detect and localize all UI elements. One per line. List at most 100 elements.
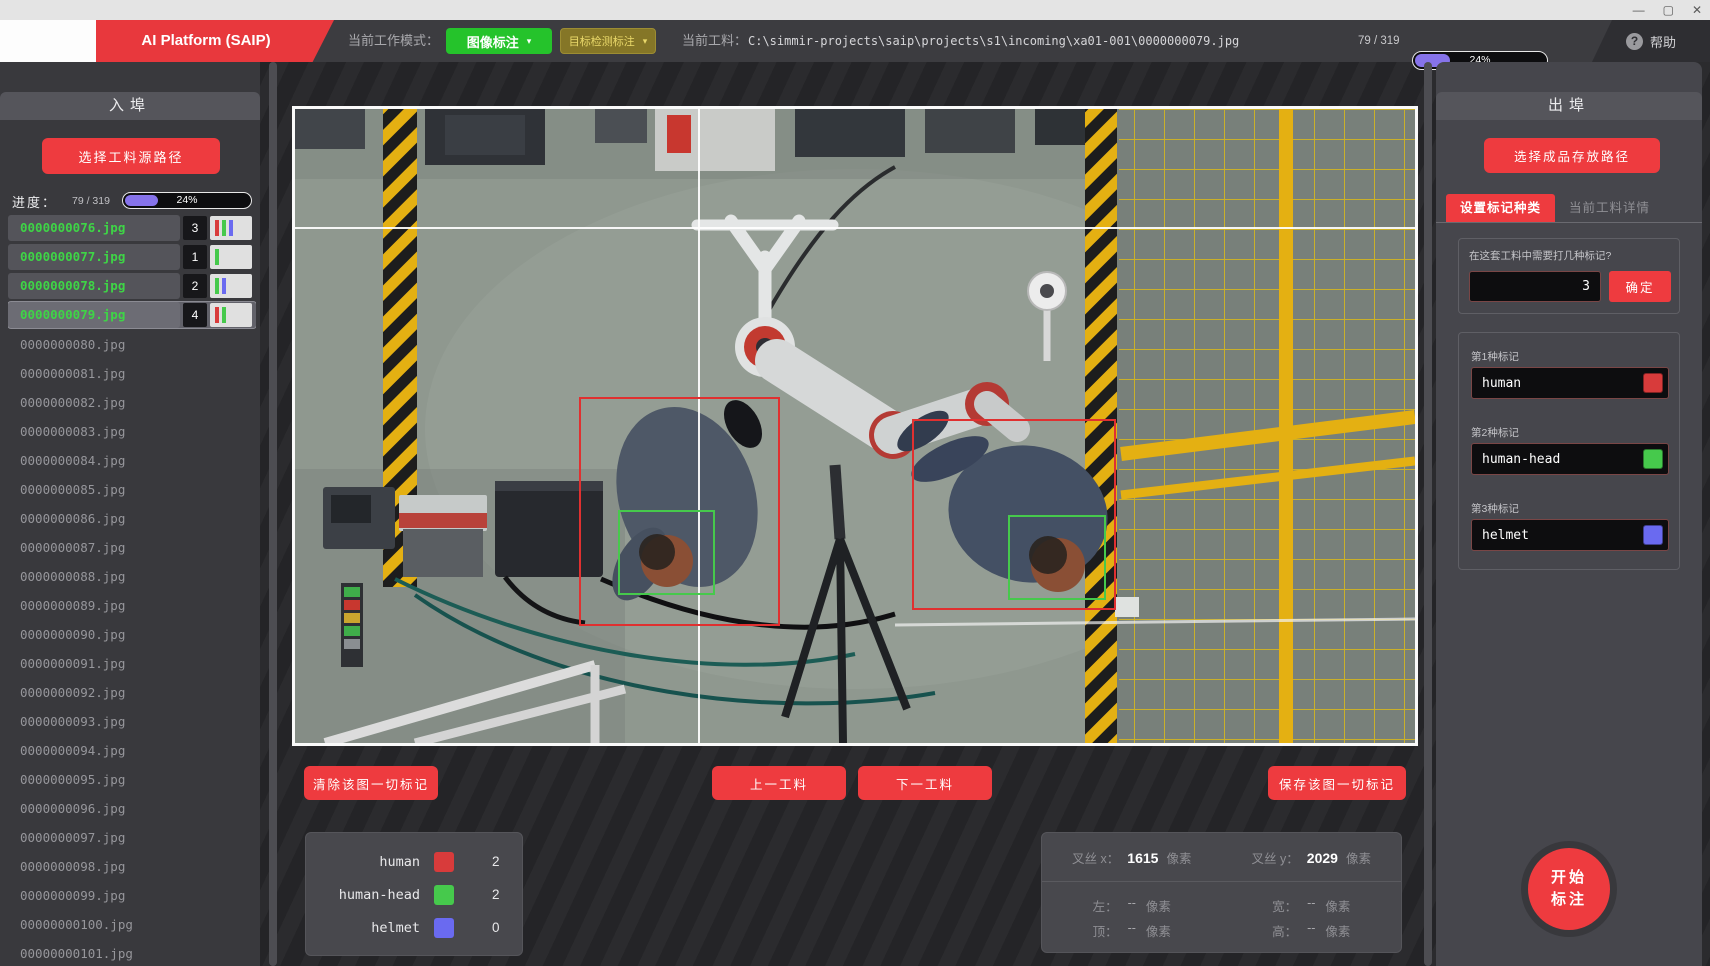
chevron-down-icon: ▾ (643, 36, 648, 47)
tab-current-workpiece-details[interactable]: 当前工料详情 (1555, 194, 1664, 222)
file-list-item[interactable]: 0000000099.jpg (8, 882, 256, 908)
tab-set-label-types[interactable]: 设置标记种类 (1446, 194, 1555, 222)
label-3-input[interactable] (1471, 519, 1669, 551)
file-name: 0000000091.jpg (8, 656, 125, 671)
file-list-item[interactable]: 0000000085.jpg (8, 476, 256, 502)
current-file-label: 当前工料： (682, 20, 747, 62)
crosshair-coords-panel: 叉丝 x： 1615 像素 叉丝 y： 2029 像素 左： -- 像素 宽： (1041, 832, 1402, 953)
file-list-item[interactable]: 0000000098.jpg (8, 853, 256, 879)
file-list-item[interactable]: 0000000091.jpg (8, 650, 256, 676)
file-list-item[interactable]: 0000000086.jpg (8, 505, 256, 531)
mode-select-image-annotation[interactable]: 图像标注 ▾ (446, 28, 552, 54)
file-name: 00000000101.jpg (8, 946, 133, 961)
file-name: 0000000096.jpg (8, 801, 125, 816)
input-port-sidebar: 入埠 选择工料源路径 进度： 79 / 319 24% 0000000076.j… (0, 62, 260, 966)
crosshair-horizontal-line (295, 227, 1415, 229)
file-name: 0000000087.jpg (8, 540, 125, 555)
file-list-item[interactable]: 0000000082.jpg (8, 389, 256, 415)
start-button-line2: 标注 (1551, 891, 1587, 908)
legend-label: human-head (339, 884, 420, 906)
file-list-item[interactable]: 0000000096.jpg (8, 795, 256, 821)
help-button[interactable]: ? 帮助 (1592, 20, 1710, 62)
file-annotation-count-badge: 4 (183, 303, 207, 327)
save-all-marks-button[interactable]: 保存该图一切标记 (1268, 766, 1406, 800)
file-list-item[interactable]: 0000000087.jpg (8, 534, 256, 560)
file-list-item[interactable]: 0000000076.jpg3 (8, 215, 256, 241)
file-name: 0000000077.jpg (8, 244, 180, 270)
file-list-item[interactable]: 0000000084.jpg (8, 447, 256, 473)
unit-label: 像素 (1325, 921, 1350, 940)
label-2-color-swatch[interactable] (1643, 449, 1663, 469)
sidebar-progress-bar: 24% (122, 192, 252, 209)
label-1-input[interactable] (1471, 367, 1669, 399)
file-list-item[interactable]: 0000000080.jpg (8, 331, 256, 357)
legend-color-swatch[interactable] (434, 852, 454, 872)
box-left-value: -- (1128, 896, 1136, 915)
box-left-label: 左： (1093, 896, 1118, 915)
titlebar: — ▢ ✕ (0, 0, 1710, 20)
mode-secondary-label: 目标检测标注 (569, 33, 635, 49)
sidebar-progress: 进度： 79 / 319 24% (0, 192, 260, 212)
annotation-box-human-head[interactable] (1008, 515, 1105, 601)
file-annotation-count-badge: 1 (183, 245, 207, 269)
file-name: 0000000097.jpg (8, 830, 125, 845)
file-list-item[interactable]: 0000000083.jpg (8, 418, 256, 444)
file-list-item[interactable]: 0000000078.jpg2 (8, 273, 256, 299)
legend-count: 0 (492, 917, 500, 939)
confirm-button[interactable]: 确定 (1609, 271, 1671, 302)
file-list-item[interactable]: 0000000092.jpg (8, 679, 256, 705)
file-list-item[interactable]: 0000000095.jpg (8, 766, 256, 792)
file-name: 0000000086.jpg (8, 511, 125, 526)
select-output-path-button[interactable]: 选择成品存放路径 (1484, 138, 1660, 173)
box-top-label: 顶： (1093, 921, 1118, 940)
file-list-item[interactable]: 0000000081.jpg (8, 360, 256, 386)
file-thumbnail (210, 303, 252, 327)
progress-percent: 24% (123, 193, 251, 208)
output-port-title: 出埠 (1436, 92, 1702, 120)
image-viewer[interactable] (292, 106, 1418, 746)
file-list-item[interactable]: 0000000094.jpg (8, 737, 256, 763)
file-list-item[interactable]: 0000000089.jpg (8, 592, 256, 618)
legend-color-swatch[interactable] (434, 885, 454, 905)
file-name: 0000000089.jpg (8, 598, 125, 613)
file-list-item[interactable]: 00000000100.jpg (8, 911, 256, 937)
header-progress-text: 79 / 319 (1358, 20, 1400, 62)
label-2-input[interactable] (1471, 443, 1669, 475)
file-list-item[interactable]: 0000000097.jpg (8, 824, 256, 850)
file-name: 0000000095.jpg (8, 772, 125, 787)
left-divider-scrollbar[interactable] (269, 62, 277, 966)
progress-label: 进度： (12, 192, 57, 211)
cross-y-value: 2029 (1307, 850, 1338, 866)
label-count-input[interactable] (1469, 271, 1601, 302)
chevron-down-icon: ▾ (527, 36, 532, 47)
start-annotation-button[interactable]: 开始 标注 (1528, 848, 1610, 930)
maximize-icon[interactable]: ▢ (1663, 0, 1674, 20)
clear-all-marks-button[interactable]: 清除该图一切标记 (304, 766, 438, 800)
minimize-icon[interactable]: — (1633, 0, 1645, 20)
label-3-color-swatch[interactable] (1643, 525, 1663, 545)
file-name: 0000000081.jpg (8, 366, 125, 381)
file-list-item[interactable]: 00000000101.jpg (8, 940, 256, 966)
file-list-item[interactable]: 0000000093.jpg (8, 708, 256, 734)
file-list-item[interactable]: 0000000077.jpg1 (8, 244, 256, 270)
file-list[interactable]: 0000000076.jpg3 0000000077.jpg1 0000000078… (8, 215, 256, 966)
legend-color-swatch[interactable] (434, 918, 454, 938)
unit-label: 像素 (1325, 896, 1350, 915)
box-width-label: 宽： (1272, 896, 1297, 915)
file-thumbnail (210, 274, 252, 298)
select-source-path-button[interactable]: 选择工料源路径 (42, 138, 220, 174)
file-name: 0000000088.jpg (8, 569, 125, 584)
annotation-box-human-head[interactable] (618, 510, 715, 596)
file-list-item[interactable]: 0000000090.jpg (8, 621, 256, 647)
label-1-color-swatch[interactable] (1643, 373, 1663, 393)
file-list-item[interactable]: 0000000079.jpg4 (8, 302, 256, 328)
previous-workpiece-button[interactable]: 上一工料 (712, 766, 846, 800)
label-1-field (1471, 367, 1669, 399)
mode-select-detection-annotation[interactable]: 目标检测标注 ▾ (560, 28, 656, 54)
next-workpiece-button[interactable]: 下一工料 (858, 766, 992, 800)
close-icon[interactable]: ✕ (1692, 0, 1702, 20)
file-list-item[interactable]: 0000000088.jpg (8, 563, 256, 589)
file-name: 00000000100.jpg (8, 917, 133, 932)
label-count-box: 在这套工料中需要打几种标记? 确定 (1458, 238, 1680, 314)
right-divider-scrollbar[interactable] (1424, 62, 1432, 966)
